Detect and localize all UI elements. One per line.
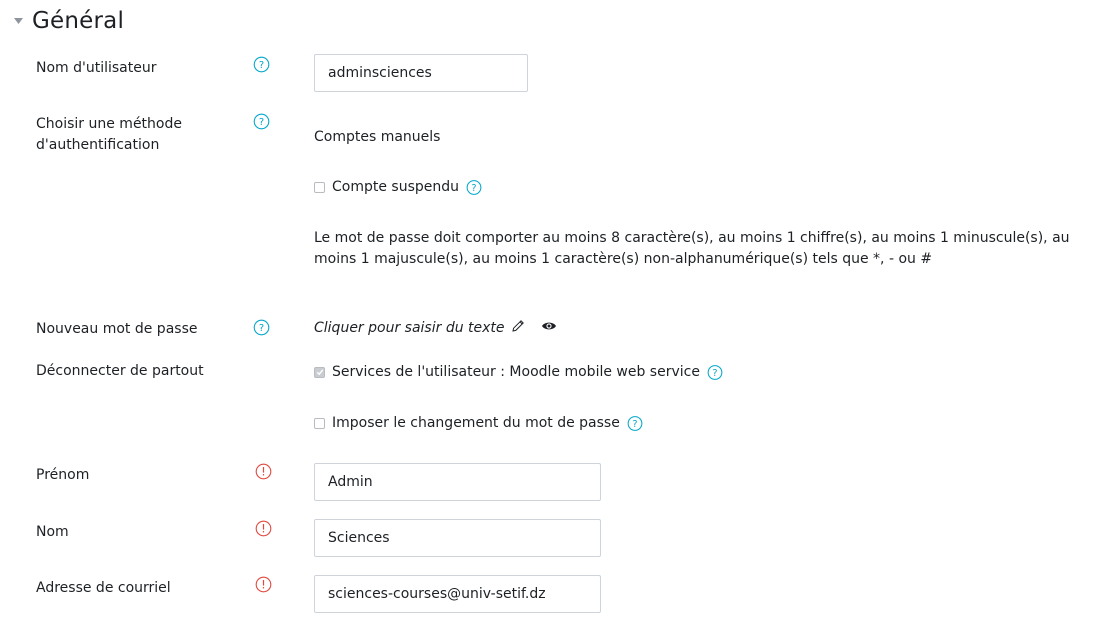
exclamation-circle-icon	[255, 520, 272, 537]
username-input[interactable]	[314, 54, 528, 92]
username-label: Nom d'utilisateur	[36, 60, 157, 76]
lastname-label: Nom	[36, 524, 69, 540]
force-change-label: Imposer le changement du mot de passe	[332, 415, 620, 431]
password-policy-text: Le mot de passe doit comporter au moins …	[314, 230, 1070, 267]
exclamation-circle-icon	[255, 576, 272, 593]
svg-text:?: ?	[259, 117, 264, 128]
firstname-input[interactable]	[314, 463, 601, 501]
question-circle-icon[interactable]: ?	[466, 179, 482, 195]
section-title: Général	[32, 8, 125, 34]
question-circle-icon[interactable]: ?	[253, 56, 270, 73]
suspended-label: Compte suspendu	[332, 179, 460, 195]
svg-text:?: ?	[259, 323, 264, 334]
exclamation-circle-icon	[255, 463, 272, 480]
user-edit-form: Général Nom d'utilisateur ? Choisir une …	[0, 0, 1108, 619]
question-circle-icon[interactable]: ?	[253, 319, 270, 336]
section-header-general[interactable]: Général	[12, 8, 124, 34]
logout-label: Déconnecter de partout	[36, 363, 204, 379]
question-circle-icon[interactable]: ?	[707, 364, 723, 380]
firstname-label: Prénom	[36, 467, 90, 483]
question-circle-icon[interactable]: ?	[253, 113, 270, 130]
pencil-icon[interactable]	[511, 319, 525, 337]
caret-down-icon[interactable]	[12, 15, 24, 27]
new-password-label: Nouveau mot de passe	[36, 321, 198, 337]
force-change-row: Imposer le changement du mot de passe ?	[314, 415, 643, 431]
logout-service-label: Services de l'utilisateur : Moodle mobil…	[332, 364, 700, 380]
email-label: Adresse de courriel	[36, 580, 171, 596]
svg-text:?: ?	[259, 60, 264, 71]
auth-method-label-line2: d'authentification	[36, 137, 160, 153]
suspended-checkbox[interactable]	[314, 181, 325, 193]
auth-method-label: Choisir une méthode d'authentification	[36, 114, 182, 156]
question-circle-icon[interactable]: ?	[627, 415, 643, 431]
svg-text:?: ?	[632, 419, 637, 430]
eye-icon[interactable]	[541, 320, 557, 336]
svg-text:?: ?	[712, 368, 717, 379]
auth-method-label-line1: Choisir une méthode	[36, 116, 182, 132]
svg-text:?: ?	[472, 183, 477, 194]
lastname-input[interactable]	[314, 519, 601, 557]
new-password-inplace-editable[interactable]: Cliquer pour saisir du texte	[314, 319, 557, 337]
auth-method-value: Comptes manuels	[314, 129, 441, 145]
logout-service-checkbox[interactable]	[314, 366, 325, 378]
email-input[interactable]	[314, 575, 601, 613]
force-change-checkbox[interactable]	[314, 417, 325, 429]
new-password-placeholder[interactable]: Cliquer pour saisir du texte	[314, 320, 505, 336]
logout-service-row: Services de l'utilisateur : Moodle mobil…	[314, 364, 723, 380]
suspended-row: Compte suspendu ?	[314, 179, 482, 195]
